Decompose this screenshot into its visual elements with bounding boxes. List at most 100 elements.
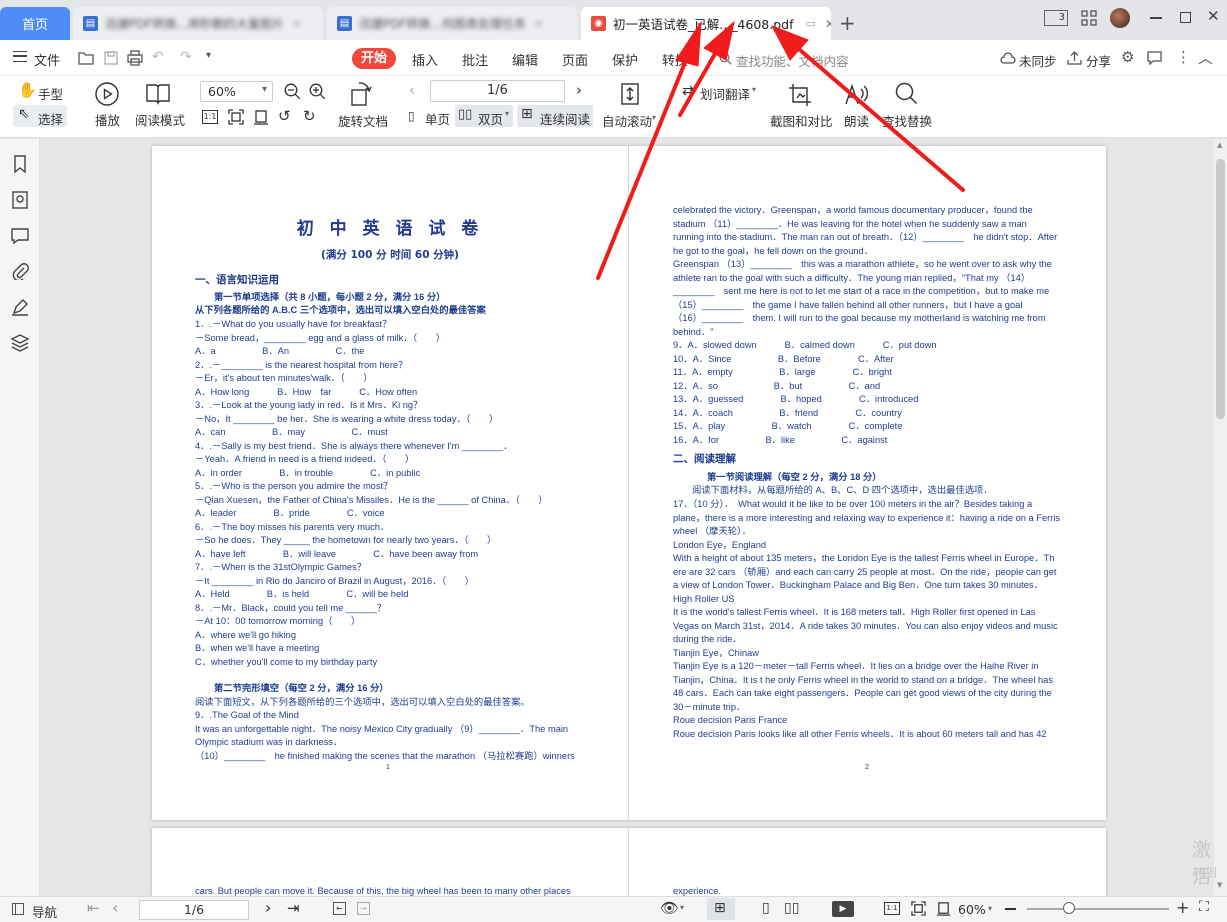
single-page-button[interactable]: 单页 (425, 109, 450, 128)
navigation-button[interactable]: 导航 (32, 902, 57, 921)
close-icon[interactable]: ✕ (534, 17, 544, 31)
hand-tool-button[interactable]: 手型 (38, 84, 63, 103)
zoom-slider[interactable] (1027, 908, 1169, 910)
page-view-button[interactable]: 3 (1044, 10, 1068, 26)
prev-page-icon[interactable]: ‹ (112, 898, 118, 917)
left-sidebar (0, 139, 40, 896)
last-page-icon[interactable]: ⇥ (287, 899, 300, 917)
redo-icon[interactable]: ↷ (180, 49, 192, 65)
actual-size-icon[interactable]: 1:1 (202, 110, 218, 124)
play-slideshow-icon[interactable]: ▶ (832, 901, 854, 917)
next-page-icon[interactable]: › (576, 81, 582, 99)
new-tab-button[interactable]: + (839, 11, 856, 35)
rotate-left-icon[interactable]: ↺ (278, 107, 291, 125)
fit-width-icon[interactable] (253, 109, 269, 125)
auto-scroll-button[interactable]: 自动滚动 (602, 111, 652, 130)
word-translate-button[interactable]: 划词翻译 (700, 84, 750, 103)
zoom-out-icon[interactable] (284, 83, 301, 100)
menu-tab-protect[interactable]: 保护 (612, 50, 638, 69)
save-icon[interactable] (104, 51, 118, 65)
rotate-right-icon[interactable]: ↻ (303, 107, 316, 125)
scroll-up-icon[interactable]: ▲ (1217, 141, 1222, 149)
print-icon[interactable] (127, 50, 143, 66)
menu-tab-annotate[interactable]: 批注 (462, 50, 488, 69)
zoom-in-icon[interactable] (309, 83, 326, 100)
close-icon[interactable]: ✕ (292, 17, 302, 31)
sync-status[interactable]: 未同步 (1019, 51, 1057, 70)
more-options-icon[interactable]: ⋮ (1176, 48, 1191, 66)
navigation-panel-icon[interactable] (12, 903, 24, 915)
previous-page-icon[interactable]: ‹ (409, 81, 415, 99)
back-icon[interactable]: ← (333, 902, 346, 915)
menu-tab-edit[interactable]: 编辑 (512, 50, 538, 69)
forward-icon[interactable]: → (357, 902, 370, 915)
section-heading: 二、阅读理解 (673, 453, 736, 465)
menu-tab-start[interactable]: 开始 (352, 48, 396, 69)
tab-document-2[interactable]: ▤ 迅捷PDF转换...何图表处理任务 ✕ (327, 7, 577, 40)
bookmark-icon[interactable] (11, 155, 29, 173)
text-line: 4．.－Sally is my best friend．She is alway… (195, 440, 513, 451)
double-page-view-icon[interactable]: ▯▯ (784, 900, 799, 916)
read-aloud-button[interactable]: 朗读 (844, 111, 869, 130)
actual-size-icon[interactable]: 1:1 (884, 902, 900, 915)
grid-apps-icon[interactable] (1081, 10, 1097, 26)
tab-active-document[interactable]: ◉ 初一英语试卷_已解..._4608.pdf ▭ ✕ (581, 7, 831, 40)
tab-document-1[interactable]: ▤ 迅捷PDF转换...用秒删的大量图片 ✕ (73, 7, 323, 40)
fullscreen-icon[interactable]: ⛶ (1199, 899, 1209, 915)
share-button[interactable]: 分享 (1086, 51, 1111, 70)
first-page-icon[interactable]: ⇤ (87, 899, 100, 917)
avatar[interactable] (1110, 8, 1130, 28)
thumbnail-icon[interactable] (11, 191, 29, 209)
layers-icon[interactable] (11, 334, 29, 352)
fit-width-icon[interactable] (936, 901, 951, 916)
search-input[interactable]: 查找功能、文档内容 (736, 51, 849, 70)
single-page-view-icon[interactable]: ▯ (762, 900, 770, 916)
menu-tab-page[interactable]: 页面 (562, 50, 588, 69)
window-close-icon[interactable]: ✕ (1207, 7, 1220, 25)
text-line: 17．（10 分）． What would it be like to be o… (673, 499, 1033, 509)
vertical-scrollbar[interactable]: ▲ ▼ (1214, 139, 1227, 896)
tab-home[interactable]: 首页 (0, 7, 70, 40)
feedback-icon[interactable] (1147, 51, 1162, 65)
fit-page-icon[interactable] (228, 109, 244, 125)
minimize-icon[interactable] (1150, 17, 1162, 19)
read-mode-button[interactable]: 阅读模式 (135, 110, 185, 129)
menu-tab-insert[interactable]: 插入 (412, 50, 438, 69)
menu-file[interactable]: 文件 (34, 50, 60, 69)
page-number-input[interactable]: 1/6 (430, 80, 565, 102)
continuous-view-icon: ⊞ (714, 900, 726, 916)
monitor-icon[interactable]: ▭ (805, 17, 815, 30)
scrollbar-thumb[interactable] (1216, 159, 1225, 419)
hamburger-icon[interactable] (13, 51, 27, 62)
status-zoom-value[interactable]: 60% (958, 902, 986, 917)
signature-pen-icon[interactable] (11, 298, 29, 316)
status-page-input[interactable]: 1/6 (139, 900, 249, 920)
menu-tab-convert[interactable]: 转换 (662, 50, 688, 69)
close-icon[interactable]: ✕ (825, 17, 831, 31)
double-page-icon: ▯▯ (458, 107, 473, 122)
open-folder-icon[interactable] (78, 51, 94, 65)
comment-icon[interactable] (11, 227, 29, 245)
collapse-ribbon-icon[interactable]: ︿ (1198, 47, 1213, 68)
attachment-paperclip-icon[interactable] (11, 262, 29, 280)
share-icon[interactable] (1067, 51, 1082, 65)
rotate-document-button[interactable]: 旋转文档 (338, 111, 388, 130)
zoom-slider-handle[interactable] (1063, 902, 1075, 914)
sync-cloud-icon[interactable] (1000, 51, 1016, 65)
fit-page-icon[interactable] (911, 901, 926, 916)
continuous-view-toggle[interactable]: ⊞ (707, 898, 735, 920)
continuous-read-label: 连续阅读 (540, 112, 591, 127)
play-button[interactable]: 播放 (95, 110, 120, 129)
maximize-icon[interactable] (1180, 12, 1191, 23)
eye-protection-icon[interactable]: 👁 (660, 899, 679, 917)
zoom-select[interactable]: 60% ▾ (200, 81, 273, 102)
undo-icon[interactable]: ↶ (152, 49, 164, 65)
zoom-out-button[interactable] (1005, 908, 1016, 910)
settings-gear-icon[interactable]: ⚙ (1121, 48, 1134, 66)
screenshot-compare-button[interactable]: 截图和对比 (770, 111, 833, 130)
chevron-down-icon[interactable]: ▾ (206, 50, 211, 61)
text-line: A．have left B．will leave C．have been awa… (195, 548, 479, 559)
next-page-icon[interactable]: › (265, 898, 271, 917)
find-replace-button[interactable]: 查找替换 (882, 111, 932, 130)
zoom-in-button[interactable]: + (1176, 898, 1189, 917)
